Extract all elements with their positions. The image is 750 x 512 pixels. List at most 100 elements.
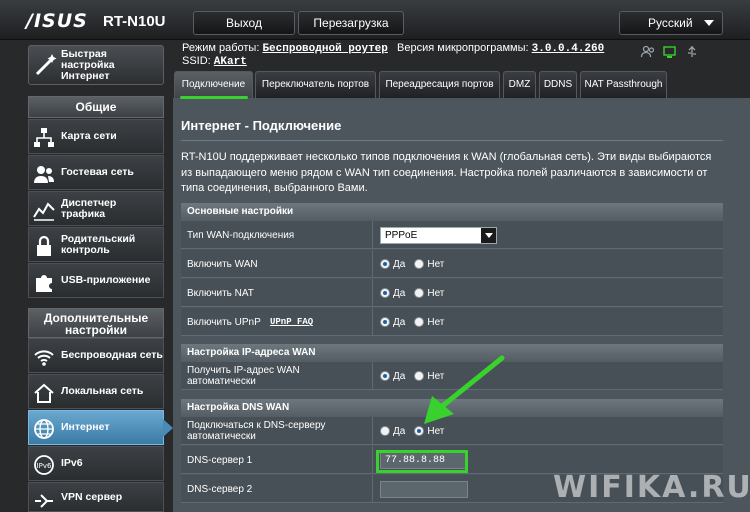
lock-icon [37,235,51,256]
wan-type-label: Тип WAN-подключения [187,229,295,241]
auto-dns-label: Подключаться к DNS-серверу автоматически [187,420,326,442]
enable-upnp-text: Включить UPnP [187,316,261,328]
enable-wan-yes-radio[interactable] [380,259,390,269]
sidebar-item-label: Родительский контроль [61,232,136,256]
model-name: RT-N10U [103,13,166,30]
dns2-input[interactable] [380,480,468,498]
sidebar-item-guest-network[interactable]: Гостевая сеть [28,155,164,190]
radio-label: Да [393,287,406,299]
sidebar-item-label: Гостевая сеть [61,166,134,178]
sidebar-header-general: Общие [28,96,164,118]
radio-label: Да [393,258,406,270]
enable-upnp-label: Включить UPnP UPnP FAQ [187,308,367,336]
sidebar-item-network-map[interactable]: Карта сети [28,119,164,154]
puzzle-icon [36,275,52,292]
globe-icon [34,419,54,439]
sidebar-item-label: IPv6 [61,457,83,469]
row-enable-upnp: Включить UPnP UPnP FAQ Да Нет [181,308,723,336]
sidebar-item-label: USB-приложение [61,274,151,286]
ssid-label: SSID: [182,55,211,67]
radio-label: Нет [427,316,445,328]
wifi-icon [34,350,54,366]
sidebar-item-label: Карта сети [61,130,117,142]
dns1-label: DNS-сервер 1 [187,454,253,466]
enable-nat-no-radio[interactable] [414,288,425,298]
network-map-icon [34,128,54,147]
tab-port-forwarding[interactable]: Переадресация портов [379,71,500,98]
sidebar-item-parental-control[interactable]: Родительский контроль [28,227,164,262]
vpn-icon [35,494,53,508]
sidebar-item-vpn[interactable]: VPN сервер [28,482,164,512]
sidebar-item-lan[interactable]: Локальная сеть [28,374,164,409]
sidebar-item-label: Диспетчер трафика [61,196,117,220]
quick-setup-label: Быстрая настройка Интернет [61,48,115,82]
sidebar-item-internet[interactable]: Интернет [28,410,173,445]
enable-upnp-yes-radio[interactable] [380,317,390,327]
sidebar-item-label: VPN сервер [61,490,123,503]
language-select[interactable]: Русский [619,11,723,35]
logout-button[interactable]: Выход [193,11,295,35]
firmware-link[interactable]: 3.0.0.4.260 [532,43,605,55]
auto-dns-yes-radio[interactable] [380,426,390,436]
reboot-button[interactable]: Перезагрузка [298,11,404,35]
upnp-faq-link[interactable]: UPnP FAQ [270,317,313,328]
internet-status-icon[interactable] [662,44,678,60]
tab-port-switch[interactable]: Переключатель портов [255,71,376,98]
mode-link[interactable]: Беспроводной роутер [262,43,387,55]
enable-nat-yes-radio[interactable] [380,288,390,298]
title-divider [181,140,723,141]
row-wan-type: Тип WAN-подключения PPPoE [181,221,723,249]
enable-upnp-no-radio[interactable] [414,317,425,327]
top-bar: /ISUS RT-N10U Выход Перезагрузка Русский [0,0,750,40]
ssid-line: SSID: AKart [182,55,247,68]
ssid-link[interactable]: AKart [214,56,247,68]
sidebar-item-label: Локальная сеть [61,385,144,397]
magic-wand-icon [35,54,57,76]
sidebar-item-ipv6[interactable]: IPv6 IPv6 [28,446,164,481]
page-description: RT-N10U поддерживает несколько типов под… [181,151,712,194]
svg-text:IPv6: IPv6 [37,462,52,470]
sidebar-item-label: Интернет [61,421,110,433]
watermark-text: WIFIKA.RU [553,470,750,505]
tab-dmz[interactable]: DMZ [503,71,536,98]
tab-nat-passthrough[interactable]: NAT Passthrough [580,71,667,98]
wan-type-select[interactable]: PPPoE [380,226,497,244]
dns2-label: DNS-сервер 2 [187,483,253,495]
enable-wan-no-radio[interactable] [414,259,425,269]
auto-ip-yes-radio[interactable] [380,371,390,381]
chevron-down-icon [704,20,714,26]
dns1-highlight-box [376,450,468,473]
active-arrow-icon [163,419,173,437]
operation-mode: Режим работы: Беспроводной роутер Версия… [182,42,604,55]
radio-label: Да [393,316,406,328]
brand-logo: /ISUS [26,10,88,32]
sidebar-header-advanced: Дополнительные настройки [28,308,164,338]
page-title: Интернет - Подключение [181,118,342,133]
sidebar-item-usb-app[interactable]: USB-приложение [28,263,164,298]
sidebar-item-traffic-manager[interactable]: Диспетчер трафика [28,191,164,226]
traffic-chart-icon [33,202,55,221]
chevron-down-icon [481,227,496,243]
green-arrow-icon [424,355,505,424]
mode-label: Режим работы: [182,42,260,54]
sidebar-item-label: Беспроводная сеть [61,349,163,361]
usb-status-icon[interactable] [684,44,700,60]
tab-ddns[interactable]: DDNS [539,71,577,98]
watermark: WIFIKA.RU [553,470,750,505]
section-basic-header: Основные настройки [181,203,723,221]
clients-icon[interactable] [640,44,656,60]
enable-nat-label: Включить NAT [187,287,254,299]
language-value: Русский [648,16,693,30]
users-icon [34,166,54,183]
firmware-label: Версия микропрограммы: [397,42,529,54]
quick-setup-button[interactable]: Быстрая настройка Интернет [28,45,164,85]
home-icon [34,383,54,403]
radio-label: Нет [427,287,445,299]
row-enable-wan: Включить WAN Да Нет [181,250,723,278]
row-enable-nat: Включить NAT Да Нет [181,279,723,307]
status-icons [640,44,700,60]
tab-connection[interactable]: Подключение [174,71,253,98]
auto-ip-label: Получить IP-адрес WAN автоматически [187,365,300,387]
sidebar-item-wireless[interactable]: Беспроводная сеть [28,338,164,373]
radio-label: Да [393,370,406,382]
